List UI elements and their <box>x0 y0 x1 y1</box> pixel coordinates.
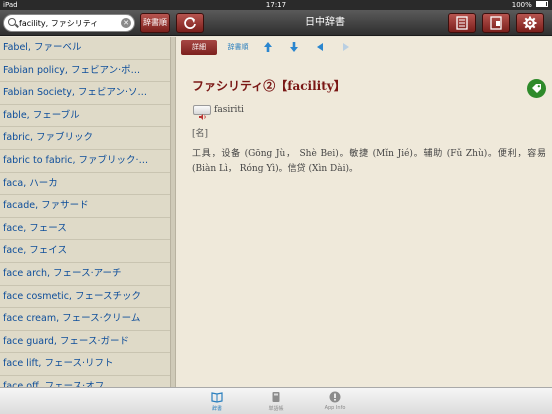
list-item[interactable]: fabric, ファブリック <box>0 127 170 150</box>
list-item[interactable]: face arch, フェース·アーチ <box>0 263 170 286</box>
status-bar: iPad 17:17 100% <box>0 0 552 10</box>
info-icon <box>329 391 341 403</box>
add-to-notebook-button[interactable] <box>482 13 510 33</box>
tab-bar: 辞書 単語帳 App Info <box>0 387 552 414</box>
search-icon <box>8 17 18 29</box>
clear-search-icon[interactable]: ✕ <box>121 18 131 28</box>
tab-wordbook[interactable]: 単語帳 <box>251 391 301 412</box>
toolbar: ✕ 辞書順 日中辞書 <box>0 10 552 36</box>
speaker-icon <box>199 114 206 120</box>
list-item[interactable]: face, フェース <box>0 218 170 241</box>
list-item[interactable]: Fabel, ファーベル <box>0 37 170 60</box>
tab-label: 辞書 <box>211 406 222 412</box>
list-item[interactable]: face, フェイス <box>0 240 170 263</box>
vocabulary-list-button[interactable] <box>448 13 476 33</box>
tab-label: 単語帳 <box>268 406 284 412</box>
refresh-button[interactable] <box>176 13 204 33</box>
arrow-down-icon[interactable] <box>288 41 300 53</box>
notebook-icon <box>272 392 280 402</box>
search-input[interactable] <box>19 17 123 30</box>
battery-icon <box>536 1 548 7</box>
list-item[interactable]: face lift, フェース·リフト <box>0 353 170 376</box>
search-box[interactable]: ✕ <box>3 14 135 32</box>
pronunciation-reading: fasiriti <box>214 105 244 115</box>
list-item[interactable]: Fabian Society, フェビアン·ソ… <box>0 82 170 105</box>
gear-icon <box>523 16 537 30</box>
next-icon[interactable] <box>340 41 352 53</box>
part-of-speech: [名] <box>192 129 209 139</box>
page-title: 日中辞書 <box>305 17 345 28</box>
previous-icon[interactable] <box>314 41 326 53</box>
detail-subbar: 詳細 辞書順 <box>176 37 552 59</box>
detail-pane: 詳細 辞書順 ファシリティ②【facility】 fasiriti [名] 工具… <box>176 37 552 387</box>
sort-order-button[interactable]: 辞書順 <box>140 13 170 33</box>
list-item[interactable]: facade, ファサード <box>0 195 170 218</box>
tab-dictionary-order[interactable]: 辞書順 <box>223 40 253 55</box>
settings-button[interactable] <box>516 13 544 33</box>
tab-label: App Info <box>324 405 346 411</box>
tag-button[interactable] <box>527 79 546 98</box>
list-item[interactable]: face guard, フェース·ガード <box>0 331 170 354</box>
refresh-icon <box>184 17 196 29</box>
list-item[interactable]: face cream, フェース·クリーム <box>0 308 170 331</box>
pronunciation-button[interactable] <box>193 105 211 120</box>
tab-dictionary[interactable]: 辞書 <box>192 391 242 412</box>
headword: ファシリティ②【facility】 <box>192 79 346 93</box>
word-list[interactable]: Fabel, ファーベル Fabian policy, フェビアン·ポ… Fab… <box>0 37 171 387</box>
tab-app-info[interactable]: App Info <box>310 391 360 411</box>
list-item[interactable]: fable, フェーブル <box>0 105 170 128</box>
definition-text: 工具，设备 (Gōng Jù， Shè Bei)。敏捷 (Mǐn Jié)。辅助… <box>192 149 546 174</box>
book-open-icon <box>211 392 223 403</box>
list-item[interactable]: face cosmetic, フェースチック <box>0 286 170 309</box>
battery-percent: 100% <box>511 1 532 9</box>
tag-icon <box>532 84 541 93</box>
list-item[interactable]: fabric to fabric, ファブリック·… <box>0 150 170 173</box>
battery-indicator: 100% <box>512 0 548 10</box>
notebook-list-icon <box>456 16 468 30</box>
notebook-add-icon <box>490 16 502 30</box>
list-item[interactable]: faca, ハーカ <box>0 173 170 196</box>
clock: 17:17 <box>265 1 287 9</box>
list-item[interactable]: face off, フェース·オフ <box>0 376 170 387</box>
arrow-up-icon[interactable] <box>262 41 274 53</box>
tab-detail[interactable]: 詳細 <box>181 40 217 55</box>
list-item[interactable]: Fabian policy, フェビアン·ポ… <box>0 60 170 83</box>
